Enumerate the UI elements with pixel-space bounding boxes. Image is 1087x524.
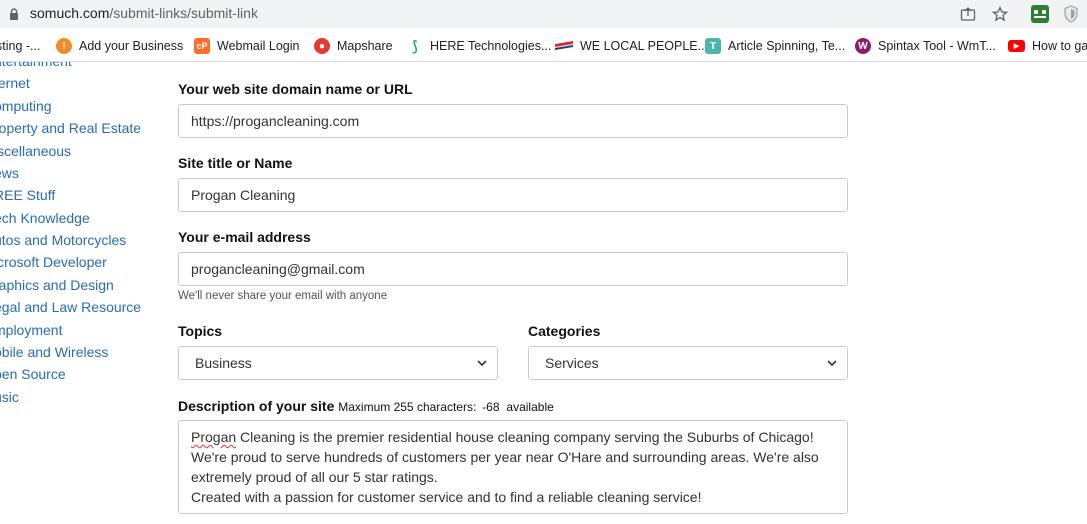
- url-input[interactable]: https://progancleaning.com: [178, 104, 848, 138]
- flag-icon: [555, 38, 573, 54]
- categories-selected-value: Services: [545, 355, 599, 371]
- description-textarea[interactable]: Progan Cleaning is the premier residenti…: [178, 420, 848, 514]
- sidebar-item-graphics[interactable]: raphics and Design: [0, 277, 114, 293]
- sidebar-item-miscellaneous[interactable]: iscellaneous: [0, 143, 71, 159]
- sidebar-item-news[interactable]: ews: [0, 165, 19, 181]
- email-label: Your e-mail address: [178, 229, 311, 245]
- lightbulb-icon: !: [56, 38, 72, 54]
- bookmark-label: Add your Business: [79, 39, 184, 53]
- email-input[interactable]: progancleaning@gmail.com: [178, 252, 848, 286]
- description-line: We're proud to serve hundreds of custome…: [191, 449, 819, 465]
- sidebar-item-music[interactable]: usic: [0, 389, 19, 405]
- chevron-down-icon: [477, 360, 487, 367]
- bookmark-label: Mapshare: [337, 39, 393, 53]
- description-limit-prefix: Maximum 255 characters:: [338, 400, 477, 414]
- category-sidebar: ntertainment ternet omputing roperty and…: [0, 62, 160, 524]
- sidebar-item-legal[interactable]: egal and Law Resource: [0, 299, 141, 315]
- description-label: Description of your site: [178, 398, 335, 414]
- description-line: Progan Cleaning is the premier residenti…: [191, 427, 835, 447]
- description-label-row: Description of your site Maximum 255 cha…: [178, 398, 554, 414]
- bookmark-label: How to ga: [1032, 39, 1087, 53]
- t-icon: T: [705, 38, 721, 54]
- description-line: extremely proud of all our 5 star rating…: [191, 469, 438, 485]
- star-icon[interactable]: [992, 6, 1008, 22]
- url-path: /submit-links/submit-link: [109, 5, 258, 21]
- sidebar-item-property[interactable]: roperty and Real Estate: [0, 120, 141, 136]
- bookmarks-bar: sting -... ! Add your Business cP Webmai…: [0, 28, 1087, 62]
- address-bar[interactable]: somuch.com/submit-links/submit-link: [0, 0, 1087, 28]
- url-label: Your web site domain name or URL: [178, 81, 413, 97]
- bookmark-add-your-business[interactable]: ! Add your Business: [56, 37, 183, 55]
- extension-icon[interactable]: [1031, 5, 1049, 23]
- bookmark-label: Article Spinning, Te...: [728, 39, 846, 53]
- bookmark-mapshare[interactable]: ● Mapshare: [314, 37, 393, 55]
- sidebar-item-employment[interactable]: mployment: [0, 322, 62, 338]
- bookmark-label: WE LOCAL PEOPLE...: [580, 39, 709, 53]
- topics-label: Topics: [178, 323, 223, 339]
- email-hint: We'll never share your email with anyone: [178, 290, 388, 302]
- bookmark-webmail-login[interactable]: cP Webmail Login: [194, 37, 299, 55]
- sidebar-item-mobile[interactable]: obile and Wireless: [0, 344, 108, 360]
- bookmark-here-technologies[interactable]: ⟆ HERE Technologies...: [407, 37, 551, 55]
- description-limit-suffix: available: [506, 400, 554, 414]
- site-title-input[interactable]: Progan Cleaning: [178, 178, 848, 212]
- bookmark-label: sting -...: [0, 39, 41, 53]
- sidebar-item-internet[interactable]: ternet: [0, 75, 30, 91]
- bookmark-label: HERE Technologies...: [430, 39, 552, 53]
- chevron-down-icon: [827, 360, 837, 367]
- bookmark-how-to[interactable]: ▶ How to ga: [1008, 37, 1087, 55]
- bookmark-hosting[interactable]: sting -...: [0, 37, 40, 55]
- site-title-label: Site title or Name: [178, 155, 293, 171]
- bookmark-spintax-tool[interactable]: W Spintax Tool - WmT...: [855, 37, 996, 55]
- url-text[interactable]: somuch.com/submit-links/submit-link: [30, 5, 258, 21]
- description-line-1-rest: Cleaning is the premier residential hous…: [236, 429, 814, 445]
- share-icon[interactable]: [960, 6, 976, 22]
- url-host: somuch.com: [30, 5, 110, 21]
- sidebar-item-free-stuff[interactable]: REE Stuff: [0, 187, 55, 203]
- spellcheck-word: Progan: [191, 429, 237, 445]
- mapshare-icon: ●: [314, 38, 330, 54]
- description-line: Created with a passion for customer serv…: [191, 489, 702, 505]
- youtube-icon: ▶: [1008, 40, 1025, 52]
- topics-selected-value: Business: [195, 355, 252, 371]
- cpanel-icon: cP: [194, 38, 210, 54]
- description-remaining-count: -68: [482, 400, 500, 414]
- sidebar-item-computing[interactable]: omputing: [0, 98, 52, 114]
- categories-select[interactable]: Services: [528, 346, 848, 380]
- sidebar-item-open-source[interactable]: pen Source: [0, 366, 66, 382]
- sidebar-item-autos[interactable]: utos and Motorcycles: [0, 232, 126, 248]
- categories-label: Categories: [528, 323, 601, 339]
- here-icon: ⟆: [407, 38, 423, 54]
- bookmark-label: Spintax Tool - WmT...: [878, 39, 996, 53]
- sidebar-item-tech-knowledge[interactable]: ech Knowledge: [0, 210, 90, 226]
- lock-icon[interactable]: [9, 8, 19, 20]
- sidebar-item-microsoft-developer[interactable]: icrosoft Developer: [0, 254, 107, 270]
- topics-select[interactable]: Business: [178, 346, 498, 380]
- bookmark-we-local-people[interactable]: WE LOCAL PEOPLE...: [555, 37, 708, 55]
- bookmark-article-spinning[interactable]: T Article Spinning, Te...: [705, 37, 845, 55]
- sidebar-item-entertainment[interactable]: ntertainment: [0, 62, 72, 69]
- shield-icon[interactable]: [1063, 5, 1079, 23]
- bookmark-label: Webmail Login: [217, 39, 300, 53]
- w-icon: W: [855, 38, 871, 54]
